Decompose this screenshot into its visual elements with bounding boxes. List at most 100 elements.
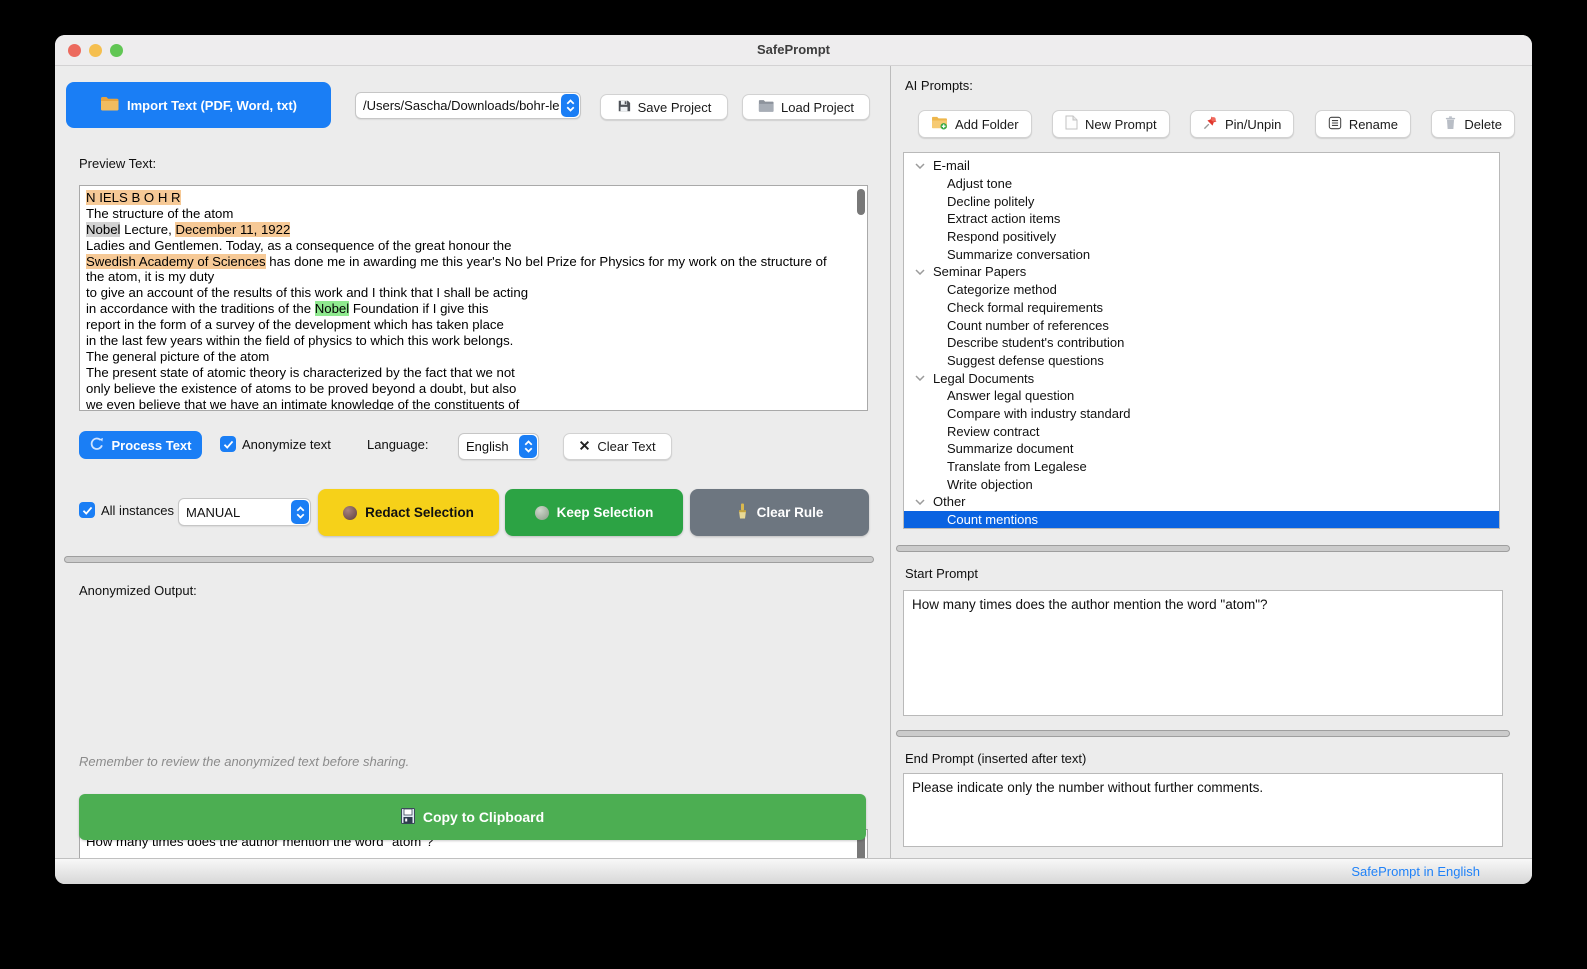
tree-label: Categorize method [947,282,1057,298]
prompt-actions-row: Add Folder New Prompt Pin/Unpin Rename D… [918,110,1515,138]
process-text-button[interactable]: Process Text [79,431,202,459]
tree-item[interactable]: Translate from Legalese [904,458,1499,476]
preview-lines: N IELS B O H R The structure of the atom N… [86,190,861,411]
tree-item[interactable]: Adjust tone [904,175,1499,193]
tree-item[interactable]: Count number of references [904,316,1499,334]
prompt-tree[interactable]: E-mail Adjust tone Decline politely Extract… [903,152,1500,529]
tree-item[interactable]: Answer legal question [904,387,1499,405]
redact-selection-label: Redact Selection [365,505,474,520]
end-prompt-input[interactable]: Please indicate only the number without … [903,773,1503,847]
output-label: Anonymized Output: [79,583,197,598]
tree-label: Count mentions [947,512,1039,528]
delete-label: Delete [1464,116,1502,132]
all-instances-checkbox[interactable] [79,502,95,518]
traffic-lights [68,44,123,57]
tree-label: Suggest defense questions [947,352,1104,368]
horizontal-splitter[interactable] [64,556,874,563]
left-panel: Import Text (PDF, Word, txt) /Users/Sasc… [55,66,890,884]
title-bar: SafePrompt [55,35,1532,66]
tree-item[interactable]: Review contract [904,422,1499,440]
add-folder-button[interactable]: Add Folder [918,110,1032,138]
tree-item[interactable]: Summarize document [904,440,1499,458]
text-line: we even believe that we have an intimate… [86,396,520,411]
file-path-select[interactable]: /Users/Sascha/Downloads/bohr-lec [355,92,581,119]
close-button[interactable] [68,44,81,57]
text-line: the atom, it is my duty [86,269,215,285]
tree-folder[interactable]: Legal Documents [904,369,1499,387]
keep-selection-button[interactable]: Keep Selection [505,489,683,536]
tree-label: Check formal requirements [947,299,1104,315]
folder-icon [100,96,119,114]
status-bar: SafePrompt in English [55,858,1532,884]
language-status-link[interactable]: SafePrompt in English [1351,864,1480,879]
new-prompt-button[interactable]: New Prompt [1052,110,1170,138]
mode-select[interactable]: MANUAL [178,498,311,526]
start-prompt-input[interactable]: How many times does the author mention t… [903,590,1503,716]
tree-item[interactable]: Summarize conversation [904,245,1499,263]
tree-item[interactable]: Extract action items [904,210,1499,228]
save-project-button[interactable]: Save Project [600,94,728,120]
tree-label: Adjust tone [947,176,1013,192]
tree-item[interactable]: Decline politely [904,192,1499,210]
all-instances-label: All instances [101,502,174,518]
tree-label: Respond positively [947,229,1057,245]
preview-textarea[interactable]: N IELS B O H R The structure of the atom N… [79,185,868,411]
clear-rule-button[interactable]: Clear Rule [690,489,869,536]
end-prompt-label: End Prompt (inserted after text) [905,751,1087,766]
save-project-label: Save Project [637,99,712,115]
tree-item[interactable]: Suggest defense questions [904,352,1499,370]
import-text-label: Import Text (PDF, Word, txt) [127,97,297,113]
brush-icon [736,503,749,522]
tree-item[interactable]: Describe student's contribution [904,334,1499,352]
redact-selection-button[interactable]: Redact Selection [318,489,499,536]
tree-label: Describe student's contribution [947,335,1125,351]
stepper-icon [561,94,579,117]
tree-label: Translate from Legalese [947,459,1087,475]
tree-item[interactable]: Categorize method [904,281,1499,299]
minimize-button[interactable] [89,44,102,57]
chevron-down-icon[interactable] [915,375,925,382]
tree-item[interactable]: Count mentions [904,510,1499,528]
copy-to-clipboard-button[interactable]: Copy to Clipboard [79,794,866,840]
stepper-icon [519,435,537,458]
text-line: Ladies and Gentlemen. Today, as a conseq… [86,237,512,253]
text-line: The general picture of the atom [86,348,270,364]
pushpin-icon [1203,115,1218,133]
tree-item[interactable]: Write objection [904,475,1499,493]
clear-rule-label: Clear Rule [756,505,824,520]
text-line: to give an account of the results of thi… [86,285,529,301]
text-line: N IELS B O H R [86,190,181,205]
load-project-button[interactable]: Load Project [742,94,870,120]
tree-label: Decline politely [947,193,1035,209]
add-folder-label: Add Folder [955,116,1019,132]
chevron-down-icon[interactable] [915,269,925,275]
anonymize-checkbox[interactable] [220,436,236,452]
tree-item[interactable]: Respond positively [904,228,1499,246]
pin-unpin-button[interactable]: Pin/Unpin [1190,110,1295,138]
clear-text-button[interactable]: Clear Text [563,433,672,460]
anonymize-label: Anonymize text [242,436,331,452]
horizontal-splitter[interactable] [896,730,1510,737]
tree-item[interactable]: Check formal requirements [904,299,1499,317]
import-text-button[interactable]: Import Text (PDF, Word, txt) [66,82,331,128]
zoom-button[interactable] [110,44,123,57]
tree-folder[interactable]: Other [904,493,1499,511]
trash-icon [1444,115,1457,133]
chevron-down-icon[interactable] [915,499,925,505]
stepper-icon [291,500,309,524]
language-value: English [466,439,509,454]
language-select[interactable]: English [458,433,539,460]
anonymize-row: Anonymize text [220,436,331,452]
horizontal-splitter[interactable] [896,545,1510,552]
tree-item[interactable]: Compare with industry standard [904,405,1499,423]
text-line: The present state of atomic theory is ch… [86,364,515,380]
scrollbar-thumb[interactable] [857,189,865,215]
delete-button[interactable]: Delete [1431,110,1515,138]
text-line: Swedish Academy of Sciences has done me … [86,253,827,269]
right-panel: AI Prompts: Add Folder New Prompt Pin/Un… [891,66,1532,858]
tree-folder[interactable]: E-mail [904,157,1499,175]
chevron-down-icon[interactable] [915,163,925,169]
rename-button[interactable]: Rename [1314,110,1411,138]
tree-folder[interactable]: Seminar Papers [904,263,1499,281]
file-path-value: /Users/Sascha/Downloads/bohr-lec [363,98,560,113]
